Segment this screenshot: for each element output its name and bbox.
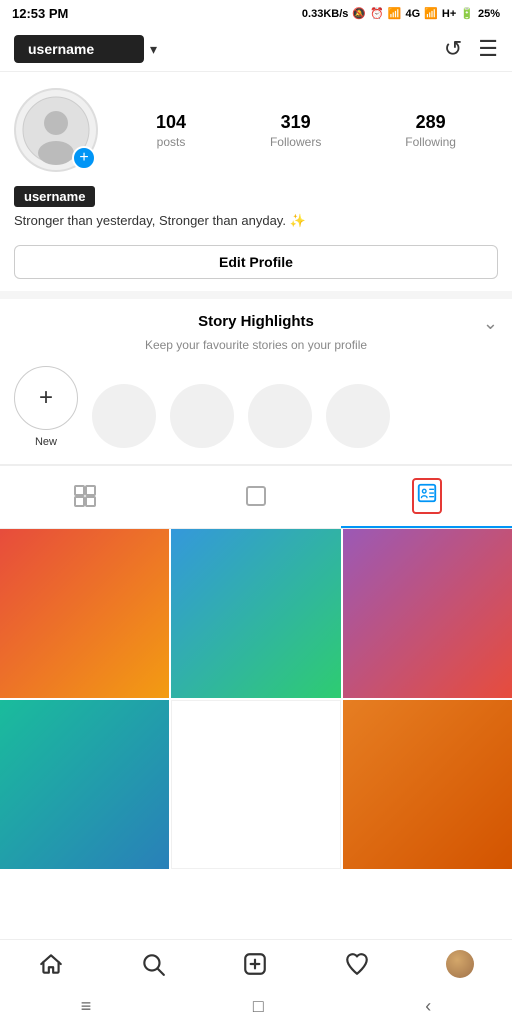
following-stat[interactable]: 289 Following (405, 112, 456, 149)
bio-section: username Stronger than yesterday, Strong… (0, 180, 512, 245)
status-right: 0.33KB/s 🔕 ⏰ 📶 4G 📶 H+ 🔋 25% (302, 7, 500, 20)
following-label: Following (405, 135, 456, 149)
highlight-circle-4[interactable] (326, 384, 390, 448)
posts-label: posts (157, 135, 186, 149)
following-count: 289 (416, 112, 446, 133)
carrier-label: 4G (406, 8, 421, 20)
new-highlight-plus-icon: + (39, 384, 53, 412)
signal2-icon: 📶 (424, 7, 438, 20)
highlight-circle-1[interactable] (92, 384, 156, 448)
android-nav: ≡ □ ‹ (0, 988, 512, 1024)
nav-add[interactable] (242, 951, 268, 977)
nav-search[interactable] (140, 951, 166, 977)
highlights-header: Story Highlights ⌄ (14, 313, 498, 334)
plus-icon: + (79, 150, 88, 166)
tab-grid[interactable] (0, 466, 171, 528)
followers-stat[interactable]: 319 Followers (270, 112, 321, 149)
android-back-icon[interactable]: ‹ (425, 996, 431, 1017)
posts-count: 104 (156, 112, 186, 133)
followers-count: 319 (281, 112, 311, 133)
highlights-title: Story Highlights (175, 313, 336, 330)
new-highlight-label: New (35, 436, 57, 448)
top-nav: username ▾ ↺ ☰ (0, 27, 512, 72)
post-cell-4[interactable] (0, 700, 169, 869)
post-cell-6[interactable] (343, 700, 512, 869)
section-divider (0, 291, 512, 299)
top-nav-left: username ▾ (14, 35, 157, 63)
avatar-container: + (14, 88, 98, 172)
avatar-add-button[interactable]: + (72, 146, 96, 170)
tab-tagged[interactable] (341, 466, 512, 528)
nav-home[interactable] (38, 951, 64, 977)
post-cell-2[interactable] (171, 529, 340, 698)
highlight-1[interactable] (92, 384, 156, 448)
post-cell-5[interactable] (171, 700, 340, 869)
profile-header: + 104 posts 319 Followers 289 Following (0, 72, 512, 180)
highlights-collapse-icon[interactable]: ⌄ (483, 313, 498, 334)
profile-stats: 104 posts 319 Followers 289 Following (114, 112, 498, 149)
status-bar: 12:53 PM 0.33KB/s 🔕 ⏰ 📶 4G 📶 H+ 🔋 25% (0, 0, 512, 27)
battery-icon: 🔋 (460, 7, 474, 20)
username-text: username (28, 41, 94, 57)
highlights-row: + New (14, 366, 498, 456)
highlight-circle-3[interactable] (248, 384, 312, 448)
alarm-icon: 🔕 (352, 7, 366, 20)
carrier2-label: H+ (442, 8, 456, 20)
clock-icon: ⏰ (370, 7, 384, 20)
android-menu-icon[interactable]: ≡ (81, 996, 92, 1017)
story-highlights: Story Highlights ⌄ Keep your favourite s… (0, 299, 512, 464)
new-highlight-circle[interactable]: + (14, 366, 78, 430)
post-tabs (0, 465, 512, 529)
tab-post[interactable] (171, 466, 342, 528)
highlight-3[interactable] (248, 384, 312, 448)
highlight-2[interactable] (170, 384, 234, 448)
menu-icon[interactable]: ☰ (478, 36, 498, 62)
post-cell-3[interactable] (343, 529, 512, 698)
profile-thumbnail (446, 950, 474, 978)
tagged-highlight-box (412, 478, 442, 514)
posts-stat: 104 posts (156, 112, 186, 149)
edit-profile-button[interactable]: Edit Profile (14, 245, 498, 279)
nav-heart[interactable] (344, 951, 370, 977)
followers-label: Followers (270, 135, 321, 149)
post-grid (0, 529, 512, 870)
profile-name: username (14, 186, 95, 207)
nav-profile[interactable] (446, 950, 474, 978)
highlights-subtitle: Keep your favourite stories on your prof… (14, 338, 498, 352)
bottom-nav (0, 939, 512, 988)
highlight-circle-2[interactable] (170, 384, 234, 448)
bio-text: Stronger than yesterday, Stronger than a… (14, 211, 498, 231)
battery-percent: 25% (478, 8, 500, 20)
highlight-new[interactable]: + New (14, 366, 78, 448)
username-box[interactable]: username (14, 35, 144, 63)
highlight-4[interactable] (326, 384, 390, 448)
chevron-down-icon[interactable]: ▾ (150, 41, 157, 58)
signal-icon: 📶 (388, 7, 402, 20)
android-home-icon[interactable]: □ (253, 996, 264, 1017)
status-time: 12:53 PM (12, 6, 68, 21)
top-nav-right: ↺ ☰ (444, 36, 498, 62)
history-icon[interactable]: ↺ (444, 36, 462, 62)
network-speed: 0.33KB/s (302, 8, 348, 20)
post-cell-1[interactable] (0, 529, 169, 698)
